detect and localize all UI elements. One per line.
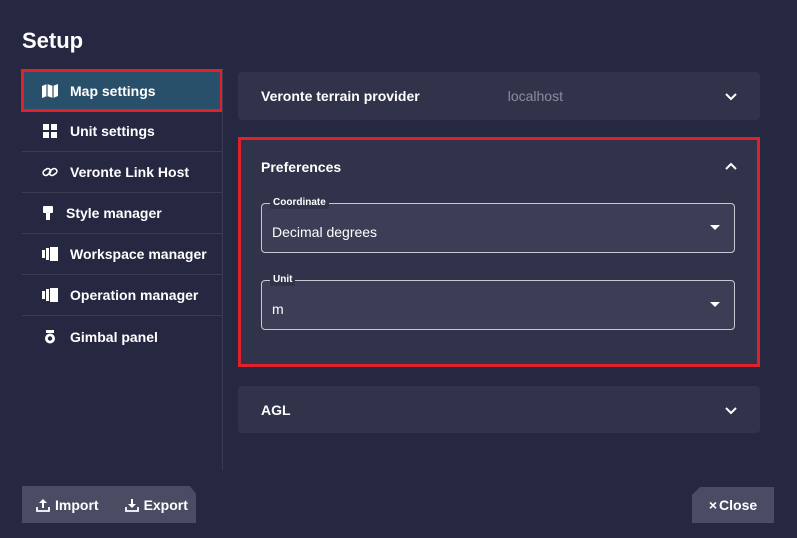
sidebar-item-map-settings[interactable]: Map settings [21,69,223,112]
sidebar-item-label: Style manager [66,205,162,221]
layers-icon [42,287,58,303]
link-icon [42,164,58,180]
layers-icon [42,246,58,262]
sidebar: Map settings Unit settings Veronte Link … [21,69,223,357]
sidebar-item-label: Operation manager [70,287,199,303]
agl-label: AGL [261,401,291,418]
sidebar-item-label: Veronte Link Host [70,164,190,180]
export-button[interactable]: Export [124,496,188,513]
sidebar-item-label: Unit settings [70,123,155,139]
upload-icon [36,498,50,512]
terrain-provider-label: Veronte terrain provider [261,88,420,104]
grid-icon [42,123,58,139]
sidebar-item-gimbal-panel[interactable]: Gimbal panel [22,316,222,357]
page-title: Setup [22,28,84,53]
close-button[interactable]: × Close [692,487,774,523]
sidebar-item-label: Workspace manager [70,246,207,262]
export-label: Export [143,496,188,513]
download-icon [124,498,139,512]
sidebar-item-style-manager[interactable]: Style manager [22,193,222,234]
gimbal-icon [42,329,58,345]
close-icon: × [708,497,718,513]
sidebar-item-label: Gimbal panel [70,328,158,345]
sidebar-item-operation-manager[interactable]: Operation manager [22,275,222,316]
sidebar-divider [222,70,223,470]
sidebar-item-unit-settings[interactable]: Unit settings [22,111,222,152]
unit-value: m [272,301,284,317]
caret-down-icon [710,302,720,307]
coordinate-label: Coordinate [270,197,329,209]
map-icon [42,83,58,99]
chevron-down-icon [725,406,737,414]
terrain-provider-header[interactable]: Veronte terrain provider localhost [238,72,760,120]
brush-icon [40,205,56,221]
import-label: Import [55,496,99,513]
import-export-bar: Import Export [22,486,196,523]
import-button[interactable]: Import [36,497,99,513]
caret-down-icon [710,225,720,230]
coordinate-value: Decimal degrees [272,224,378,240]
agl-header[interactable]: AGL [238,386,760,433]
sidebar-item-veronte-link-host[interactable]: Veronte Link Host [22,152,222,193]
preferences-panel: Preferences Coordinate Decimal degrees U… [238,140,760,364]
terrain-provider-value: localhost [507,88,563,104]
chevron-up-icon [725,162,737,170]
coordinate-select[interactable]: Coordinate Decimal degrees [261,197,735,253]
preferences-label: Preferences [261,159,342,175]
preferences-header[interactable]: Preferences [238,140,760,194]
unit-label: Unit [270,274,296,286]
unit-select[interactable]: Unit m [261,274,735,330]
close-label: Close [719,497,758,513]
sidebar-item-workspace-manager[interactable]: Workspace manager [22,234,222,275]
chevron-down-icon [725,93,737,101]
terrain-provider-panel: Veronte terrain provider localhost [238,72,760,120]
sidebar-item-label: Map settings [70,82,156,99]
agl-panel: AGL [238,386,760,433]
